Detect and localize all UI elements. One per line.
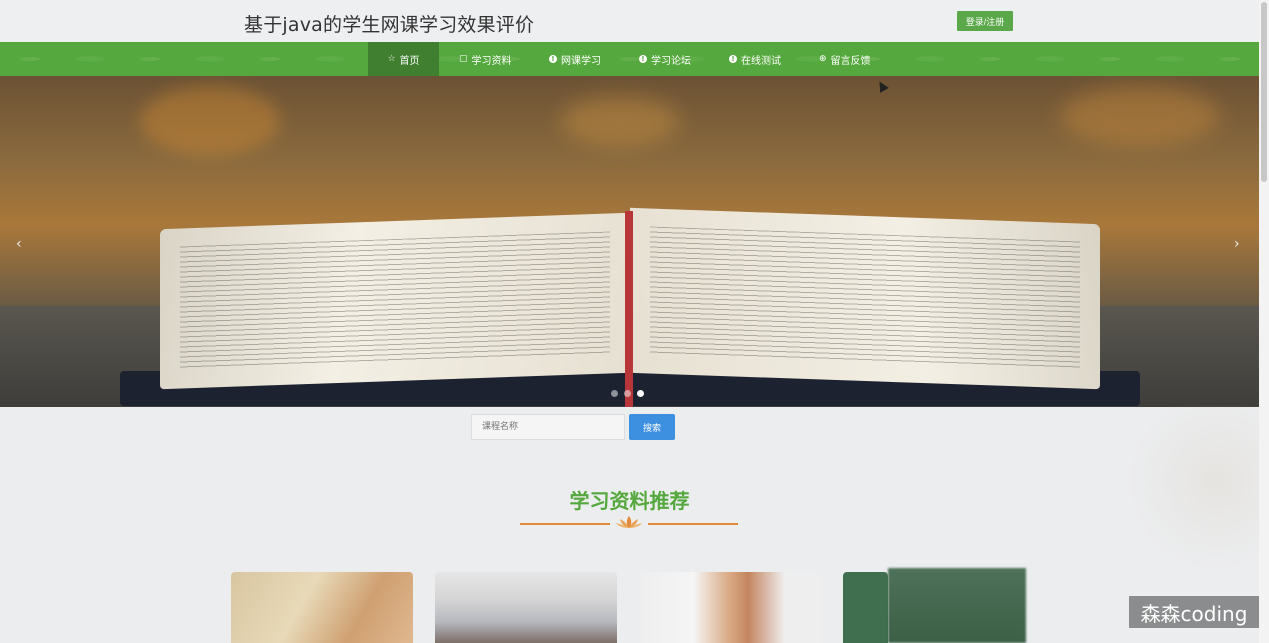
carousel-dot[interactable] [624,390,631,397]
nav-item-label: 在线测试 [741,55,781,67]
nav-item-label: 首页 [399,55,420,67]
lotus-icon [616,516,642,528]
info-icon: ! [639,55,647,63]
info-icon: ! [729,55,737,63]
carousel-dot[interactable] [611,390,618,397]
nav-item-materials[interactable]: ▢ 学习资料 [459,42,512,76]
course-name-search-input[interactable] [471,414,625,440]
section-title: 学习资料推荐 [569,489,690,513]
material-card[interactable] [435,572,617,643]
carousel-image-book [120,207,1140,407]
globe-icon: ⊕ [819,54,827,64]
material-card[interactable] [231,572,413,643]
carousel-dot-active[interactable] [637,390,644,397]
blurred-overlay [888,568,1026,643]
nav-item-online-test[interactable]: ! 在线测试 [729,42,781,76]
nav-item-online-course[interactable]: ! 网课学习 [549,42,601,76]
watermark: 森森coding [1129,596,1259,628]
carousel-indicators [611,390,644,397]
site-header: 基于java的学生网课学习效果评价 登录/注册 [0,0,1259,42]
login-register-button[interactable]: 登录/注册 [957,11,1013,31]
material-card[interactable] [843,572,888,643]
nav-item-label: 网课学习 [561,55,601,67]
divider-right [648,523,738,525]
nav-item-label: 学习资料 [471,55,512,67]
nav-item-label: 留言反馈 [830,55,871,67]
material-card[interactable] [639,572,821,643]
divider-left [520,523,610,525]
nav-item-feedback[interactable]: ⊕ 留言反馈 [819,42,871,76]
hero-carousel[interactable]: ‹ › [0,76,1259,407]
nav-item-forum[interactable]: ! 学习论坛 [639,42,691,76]
info-icon: ! [549,55,557,63]
nav-item-home[interactable]: ☆ 首页 [368,42,439,76]
main-navbar: ☆ 首页 ▢ 学习资料 ! 网课学习 ! 学习论坛 ! 在线测试 ⊕ 留言反馈 [0,42,1259,76]
scrollbar-thumb[interactable] [1261,2,1267,182]
carousel-next-arrow[interactable]: › [1234,236,1240,252]
site-title: 基于java的学生网课学习效果评价 [244,14,535,36]
nav-item-label: 学习论坛 [651,55,691,67]
bag-icon: ▢ [459,54,468,64]
carousel-prev-arrow[interactable]: ‹ [16,236,22,252]
search-button[interactable]: 搜索 [629,414,675,440]
star-icon: ☆ [387,54,396,64]
